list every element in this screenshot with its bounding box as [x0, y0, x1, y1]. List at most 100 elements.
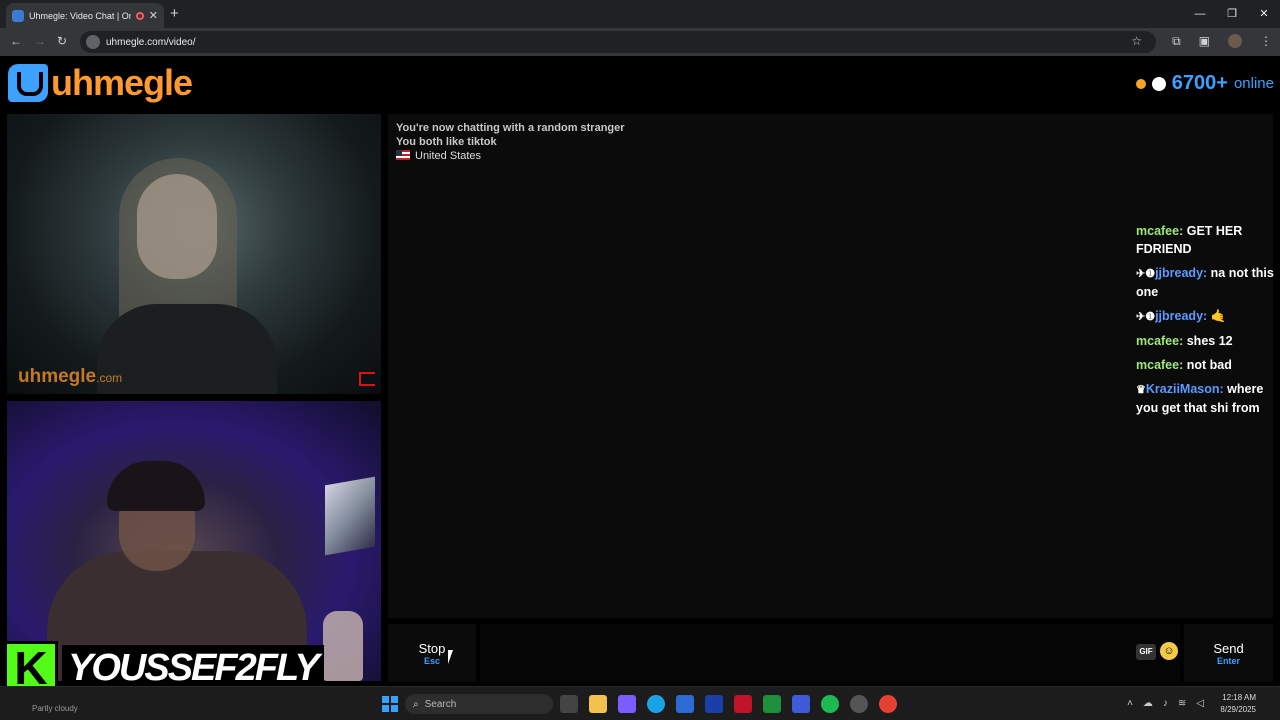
report-flag-icon[interactable] [359, 372, 375, 386]
app-l-icon[interactable] [705, 695, 723, 713]
clock-time: 12:18 AM [1222, 693, 1256, 702]
site-logo[interactable]: uhmegle [8, 62, 193, 104]
stranger-face [137, 174, 217, 279]
water-bottle [323, 611, 363, 681]
system-message: You both like tiktok [396, 136, 497, 148]
chat-message: mcafee: shes 12 [1136, 332, 1278, 350]
restore-button[interactable]: ❐ [1216, 0, 1248, 28]
logo-mark-icon [8, 64, 48, 102]
system-tray: ˄ ☁ ♪ ≋ ◁ [1127, 698, 1204, 709]
mcafee-icon[interactable] [734, 695, 752, 713]
stranger-video: uhmegle.com [7, 114, 381, 394]
chat-text: 🤙 [1210, 309, 1227, 323]
new-tab-button[interactable]: + [170, 5, 179, 22]
search-placeholder: Search [424, 698, 457, 710]
back-icon[interactable]: ← [10, 34, 22, 48]
stream-chat-overlay: mcafee: GET HER FDRIEND ✈❶jjbready: na no… [1136, 222, 1278, 423]
emoji-icon[interactable]: ☺ [1160, 642, 1178, 660]
user-badge-icon: ♛ [1136, 384, 1146, 396]
mouse-cursor-icon [448, 650, 458, 664]
task-view-icon[interactable] [560, 695, 578, 713]
site-favicon-icon [12, 9, 24, 22]
stop-hint: Esc [423, 655, 440, 666]
recording-icon [135, 11, 144, 20]
address-url[interactable]: uhmegle.com/video/ [106, 37, 196, 48]
chat-message: ✈❶jjbready: na not this one [1136, 264, 1278, 301]
chat-username[interactable]: mcafee: [1136, 224, 1183, 238]
xbox-icon[interactable] [763, 695, 781, 713]
us-flag-icon [396, 150, 410, 160]
copilot-icon[interactable] [618, 695, 636, 713]
close-tab-icon[interactable]: ✕ [149, 9, 158, 22]
volume-icon[interactable]: ◁ [1196, 698, 1204, 709]
chat-username[interactable]: mcafee: [1136, 358, 1183, 372]
theme-toggle-icon[interactable] [1151, 76, 1166, 91]
chrome-icon[interactable] [879, 695, 897, 713]
chat-message: mcafee: not bad [1136, 356, 1278, 374]
chat-text: shes 12 [1186, 334, 1233, 348]
clock[interactable]: 12:18 AM 8/29/2025 [1220, 692, 1256, 716]
user-badge-icon: ✈❶ [1136, 311, 1156, 323]
toolbar-icons: ⧉ ▣ ⋮ [1172, 34, 1272, 49]
edge-icon[interactable] [647, 695, 665, 713]
online-counter: 6700+ online [1135, 72, 1274, 95]
chat-input[interactable] [480, 624, 1180, 682]
close-window-button[interactable]: ✕ [1248, 0, 1280, 28]
file-explorer-icon[interactable] [589, 695, 607, 713]
sidepanel-icon[interactable]: ▣ [1199, 34, 1210, 49]
gif-button[interactable]: GIF [1136, 644, 1156, 660]
chat-text: not bad [1186, 358, 1232, 372]
address-bar[interactable]: uhmegle.com/video/ ☆ [80, 31, 1156, 53]
chat-username[interactable]: jjbready: [1155, 266, 1207, 280]
browser-toolbar: ← → ↻ uhmegle.com/video/ ☆ ⧉ ▣ ⋮ [0, 28, 1280, 56]
profile-avatar[interactable] [1228, 34, 1242, 48]
self-hair [107, 461, 205, 511]
watermark-suffix: .com [96, 371, 123, 385]
cloud-icon[interactable]: ☁ [1143, 698, 1153, 709]
extensions-icon[interactable]: ⧉ [1172, 34, 1181, 49]
online-label: online [1233, 75, 1274, 92]
user-badge-icon: ✈❶ [1136, 268, 1156, 280]
windows-taskbar: Partly cloudy ⌕ Search ˄ ☁ ♪ ≋ ◁ 12:18 A… [0, 686, 1280, 720]
menu-kebab-icon[interactable]: ⋮ [1260, 34, 1272, 49]
logo-text: uhmegle [51, 62, 193, 103]
browser-tab[interactable]: Uhmegle: Video Chat | Ome ✕ [6, 3, 164, 28]
send-button[interactable]: Send Enter [1184, 624, 1273, 682]
mic-icon[interactable]: ♪ [1163, 698, 1168, 709]
send-label: Send [1213, 640, 1244, 656]
site-info-icon[interactable] [86, 35, 100, 49]
theme-sun-icon[interactable] [1135, 78, 1146, 89]
taskbar-search[interactable]: ⌕ Search [405, 694, 553, 714]
country-name: United States [415, 150, 482, 162]
uhmegle-page: uhmegle 6700+ online uhmegle.com K YOUSS… [0, 56, 1280, 695]
stop-button[interactable]: Stop Esc [388, 624, 476, 682]
obs-icon[interactable] [850, 695, 868, 713]
chat-controls: Stop Esc GIF ☺ Send Enter [388, 624, 1273, 682]
weather-widget[interactable]: Partly cloudy [32, 704, 78, 713]
streamer-name: YOUSSEF2FLY [62, 644, 324, 692]
search-icon: ⌕ [413, 698, 419, 710]
self-video [7, 401, 381, 681]
chat-username[interactable]: mcafee: [1136, 334, 1183, 348]
wifi-icon[interactable]: ≋ [1178, 698, 1186, 709]
minimize-button[interactable]: — [1184, 0, 1216, 28]
browser-tabstrip: Uhmegle: Video Chat | Ome ✕ + — ❐ ✕ [0, 0, 1280, 28]
tab-title: Uhmegle: Video Chat | Ome [29, 10, 131, 21]
spotify-icon[interactable] [821, 695, 839, 713]
chat-username[interactable]: KraziiMason: [1146, 382, 1224, 396]
bookmark-star-icon[interactable]: ☆ [1131, 34, 1142, 48]
chat-message: mcafee: GET HER FDRIEND [1136, 222, 1278, 258]
start-button[interactable] [382, 696, 398, 712]
app-discord-icon[interactable] [792, 695, 810, 713]
stop-label: Stop [418, 640, 446, 656]
online-count: 6700+ [1171, 72, 1228, 94]
reload-icon[interactable]: ↻ [57, 34, 67, 48]
chat-username[interactable]: jjbready: [1155, 309, 1207, 323]
tray-expand-icon[interactable]: ˄ [1127, 698, 1133, 709]
chat-message: ✈❶jjbready: 🤙 [1136, 307, 1278, 326]
background-light [325, 476, 375, 556]
store-icon[interactable] [676, 695, 694, 713]
forward-icon[interactable]: → [34, 34, 46, 48]
video-watermark: uhmegle.com [18, 366, 122, 388]
taskbar-apps [560, 695, 897, 713]
